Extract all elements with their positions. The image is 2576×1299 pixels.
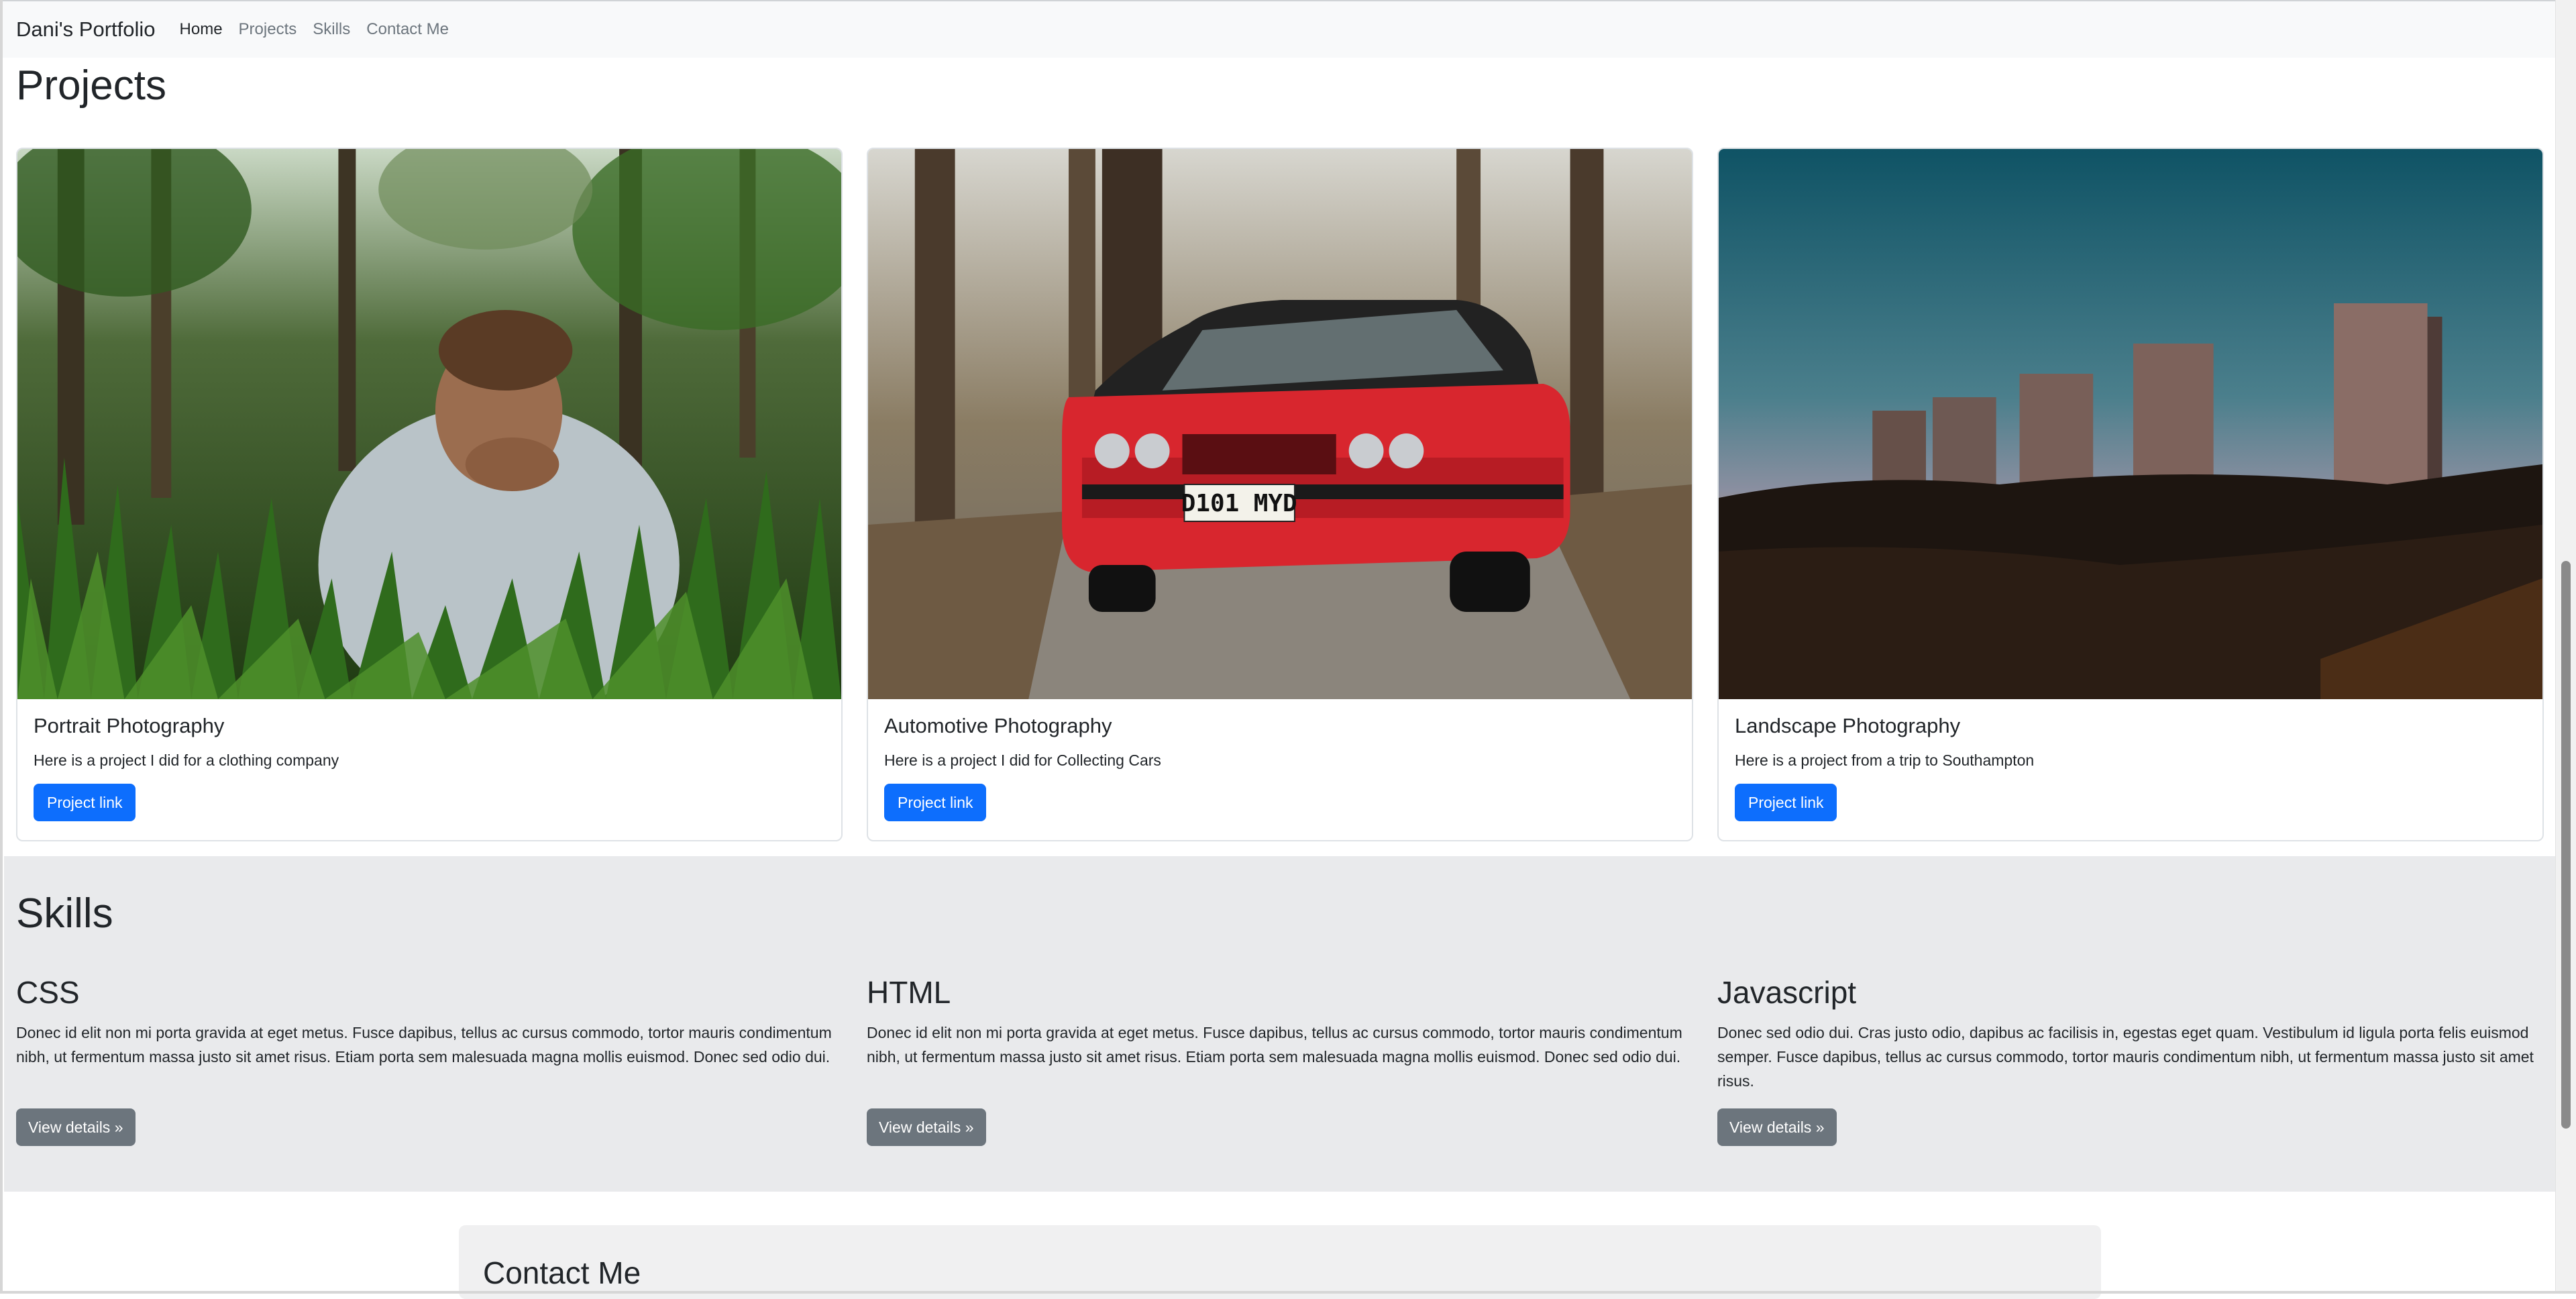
card-title: Automotive Photography	[884, 714, 1112, 737]
projects-heading: Projects	[16, 62, 166, 109]
skill-javascript: Javascript Donec sed odio dui. Cras just…	[1717, 974, 2544, 1093]
skill-title: Javascript	[1717, 975, 1857, 1010]
card-title: Portrait Photography	[34, 714, 225, 737]
view-details-button-javascript[interactable]: View details »	[1717, 1108, 1837, 1146]
card-text: Here is a project I did for a clothing c…	[34, 751, 339, 769]
view-details-button-css[interactable]: View details »	[16, 1108, 136, 1146]
skill-description: Donec id elit non mi porta gravida at eg…	[16, 1024, 832, 1066]
project-link-button[interactable]: Project link	[34, 784, 136, 821]
license-plate: D101 MYD	[1181, 490, 1297, 517]
view-details-button-html[interactable]: View details »	[867, 1108, 986, 1146]
skills-section: Skills CSS Donec id elit non mi porta gr…	[4, 856, 2556, 1192]
navbar-brand[interactable]: Dani's Portfolio	[16, 17, 156, 42]
nav-link-home[interactable]: Home	[180, 20, 223, 39]
card-text: Here is a project I did for Collecting C…	[884, 751, 1161, 769]
card-title: Landscape Photography	[1735, 714, 1961, 737]
nav-link-projects[interactable]: Projects	[239, 20, 297, 39]
card-text: Here is a project from a trip to Southam…	[1735, 751, 2035, 769]
scrollbar-thumb[interactable]	[2561, 561, 2571, 1129]
skills-heading: Skills	[16, 890, 113, 937]
project-link-button[interactable]: Project link	[884, 784, 987, 821]
skill-title: CSS	[16, 975, 80, 1010]
nav-link-skills[interactable]: Skills	[313, 20, 350, 39]
contact-heading: Contact Me	[483, 1255, 641, 1290]
project-card-automotive: D101 MYD Automotive Photography Here is …	[867, 148, 1693, 841]
navbar: Dani's Portfolio Home Projects Skills Co…	[0, 0, 2556, 58]
skill-description: Donec id elit non mi porta gravida at eg…	[867, 1024, 1682, 1066]
project-link-button[interactable]: Project link	[1735, 784, 1837, 821]
skill-description: Donec sed odio dui. Cras justo odio, dap…	[1717, 1024, 2534, 1090]
skill-css: CSS Donec id elit non mi porta gravida a…	[16, 974, 843, 1069]
tower-blocks-photo	[1719, 149, 2542, 699]
project-card-portrait: Portrait Photography Here is a project I…	[16, 148, 843, 841]
vertical-scrollbar[interactable]	[2555, 0, 2576, 1294]
skill-html: HTML Donec id elit non mi porta gravida …	[867, 974, 1693, 1069]
contact-section: Contact Me	[459, 1225, 2101, 1299]
nav-link-contact[interactable]: Contact Me	[366, 20, 449, 39]
skill-title: HTML	[867, 975, 951, 1010]
red-car-photo: D101 MYD	[868, 149, 1692, 699]
project-card-landscape: Landscape Photography Here is a project …	[1717, 148, 2544, 841]
portrait-photo	[17, 149, 841, 699]
